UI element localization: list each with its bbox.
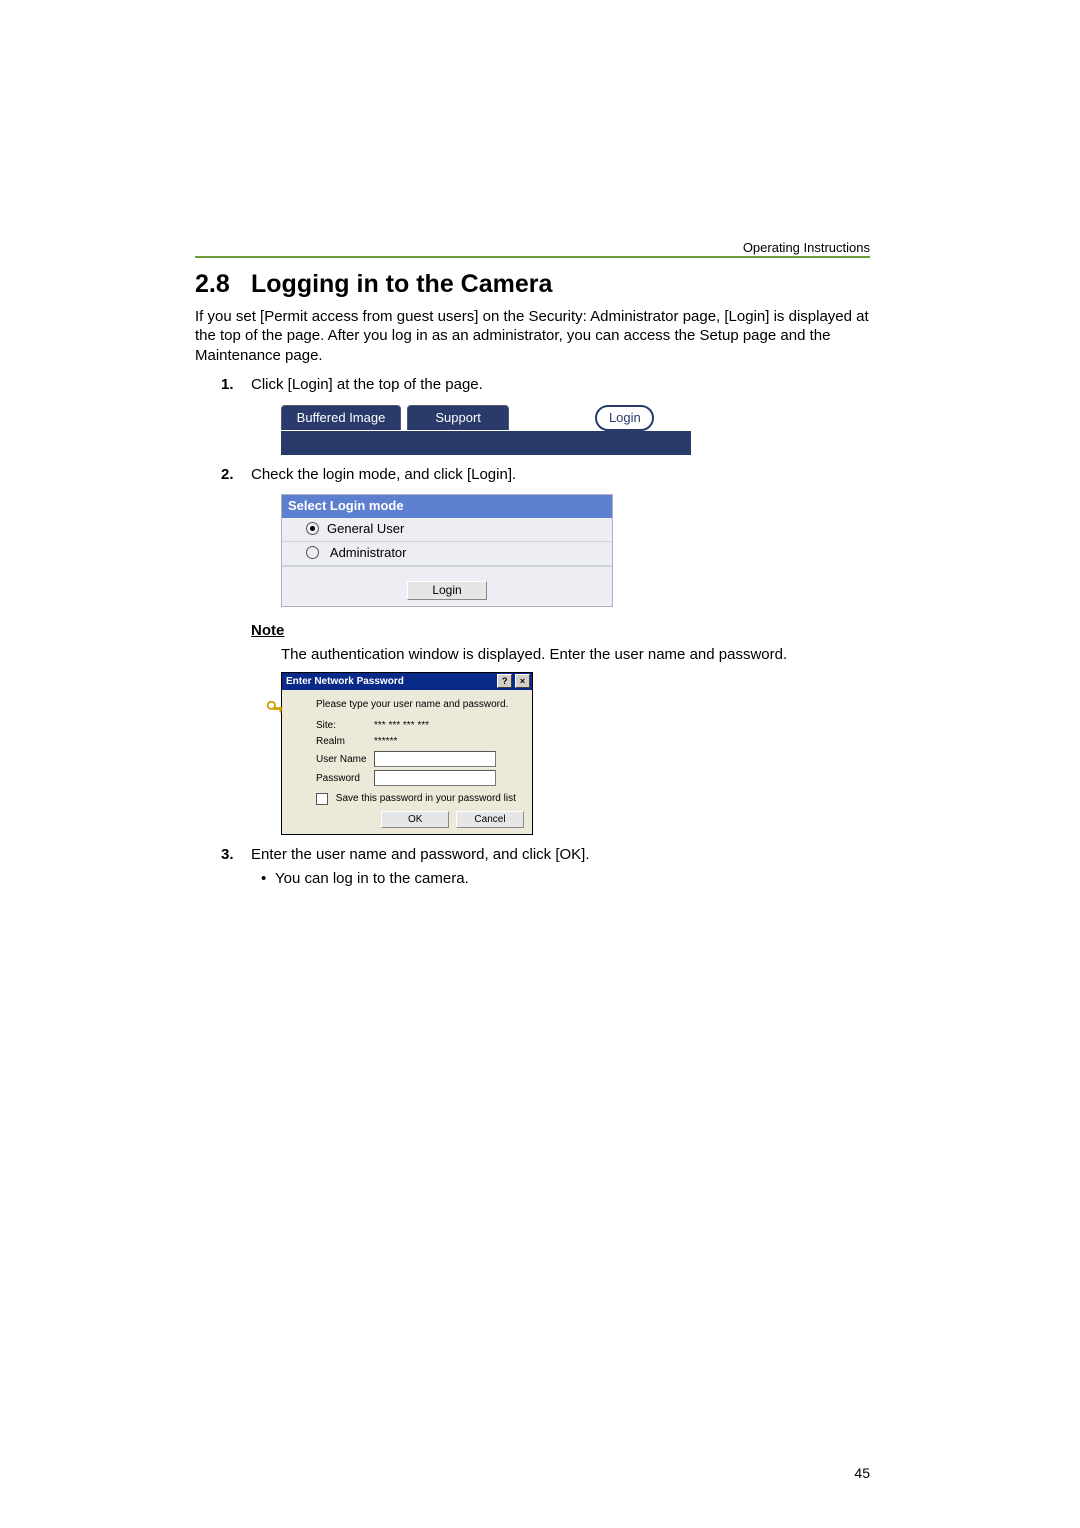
password-row: Password [316,770,524,786]
checkbox-icon[interactable] [316,793,328,805]
running-header: Operating Instructions [743,240,870,257]
page: Operating Instructions 2.8Logging in to … [0,0,1080,1528]
password-label: Password [316,772,374,785]
note-heading: Note [251,621,870,641]
page-number: 45 [854,1464,870,1482]
realm-label: Realm [316,735,374,748]
tab-bar: Buffered Image Support Login [281,405,691,431]
header-rule [195,256,870,258]
tab-support[interactable]: Support [407,405,509,430]
step-number: 1. [221,375,234,395]
close-icon[interactable]: × [515,674,530,688]
username-input[interactable] [374,751,496,767]
step-3-bullet: You can log in to the camera. [275,869,870,889]
ok-button[interactable]: OK [381,811,449,828]
figure-auth-dialog: Enter Network Password ? × Please ty [281,672,533,835]
figure-tabs-login: Buffered Image Support Login [281,405,691,455]
step-text: Check the login mode, and click [Login]. [251,466,516,483]
realm-value: ****** [374,735,397,748]
save-password-label: Save this password in your password list [336,793,516,804]
help-icon[interactable]: ? [497,674,512,688]
step-2: 2. Check the login mode, and click [Logi… [251,465,870,608]
site-value: *** *** *** *** [374,719,429,732]
step-3: 3. Enter the user name and password, and… [251,845,870,888]
dialog-message: Please type your user name and password. [316,698,524,711]
radio-icon [306,546,319,559]
figure-select-login-mode: Select Login mode General User Administr… [281,494,613,607]
save-password-row[interactable]: Save this password in your password list [316,792,524,805]
site-row: Site: *** *** *** *** [316,719,524,732]
radio-label: Administrator [330,545,407,560]
key-icon [264,698,284,718]
radio-label: General User [327,521,404,536]
dialog-titlebar: Enter Network Password ? × [282,673,532,690]
radio-general-user[interactable]: General User [282,518,612,542]
tab-buffered-image[interactable]: Buffered Image [281,405,401,430]
panel-title: Select Login mode [282,495,612,518]
step-number: 3. [221,845,234,865]
login-button[interactable]: Login [595,405,654,431]
step-1: 1. Click [Login] at the top of the page.… [251,375,870,455]
username-row: User Name [316,751,524,767]
section-title: Logging in to the Camera [251,270,552,298]
step-text: Enter the user name and password, and cl… [251,846,590,863]
site-label: Site: [316,719,374,732]
cancel-button[interactable]: Cancel [456,811,524,828]
dialog-title: Enter Network Password [286,676,404,687]
username-label: User Name [316,753,374,766]
radio-administrator[interactable]: Administrator [282,542,612,566]
password-input[interactable] [374,770,496,786]
radio-icon [306,522,319,535]
section-number: 2.8 [195,268,251,301]
note-body: The authentication window is displayed. … [281,645,870,665]
section-heading: 2.8Logging in to the Camera [195,268,870,301]
login-button[interactable]: Login [407,581,487,601]
step-text: Click [Login] at the top of the page. [251,376,483,393]
intro-paragraph: If you set [Permit access from guest use… [195,307,870,366]
blue-strip [281,431,691,455]
realm-row: Realm ****** [316,735,524,748]
step-number: 2. [221,465,234,485]
